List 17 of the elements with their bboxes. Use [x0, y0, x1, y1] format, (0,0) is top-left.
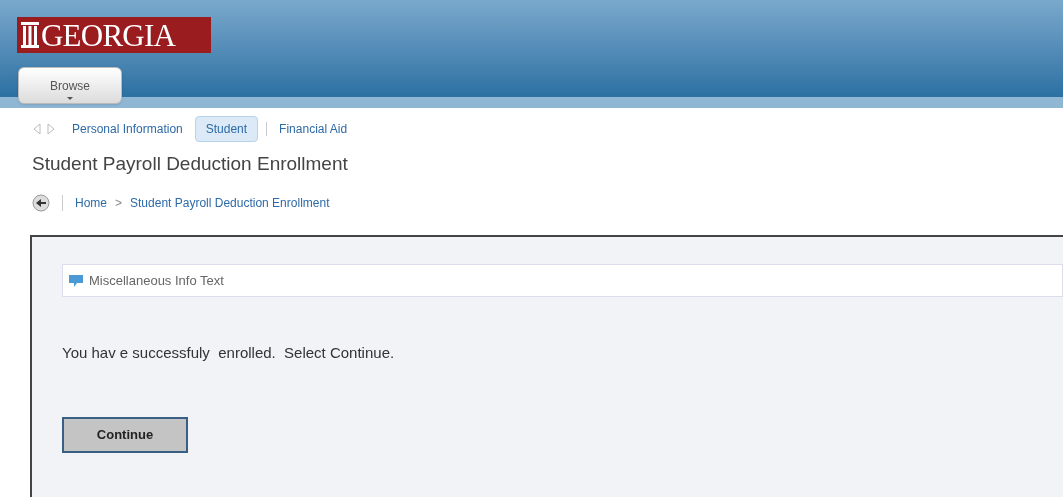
breadcrumb-separator: > [115, 195, 123, 212]
pillars-icon [21, 22, 39, 48]
nav-tab[interactable]: Personal Information [68, 117, 187, 141]
speech-bubble-icon [69, 274, 83, 287]
nav-tab[interactable]: Student [194, 116, 259, 142]
back-icon [32, 194, 50, 212]
page-title: Student Payroll Deduction Enrollment [31, 152, 349, 176]
caret-icon [67, 97, 73, 100]
info-text: Miscellaneous Info Text [89, 271, 224, 290]
message-text: You hav e successfuly enrolled. Select Continue. [62, 343, 396, 363]
continue-button[interactable]: Continue [62, 416, 188, 453]
breadcrumb-link[interactable]: Student Payroll Deduction Enrollment [130, 194, 330, 212]
logo: GEORGIA [17, 17, 211, 53]
browse-button[interactable]: Browse [18, 67, 122, 104]
nav-tab[interactable]: Financial Aid [275, 117, 352, 141]
back-forward-arrows-icon [32, 123, 56, 135]
breadcrumb-link[interactable]: Home [75, 194, 107, 212]
